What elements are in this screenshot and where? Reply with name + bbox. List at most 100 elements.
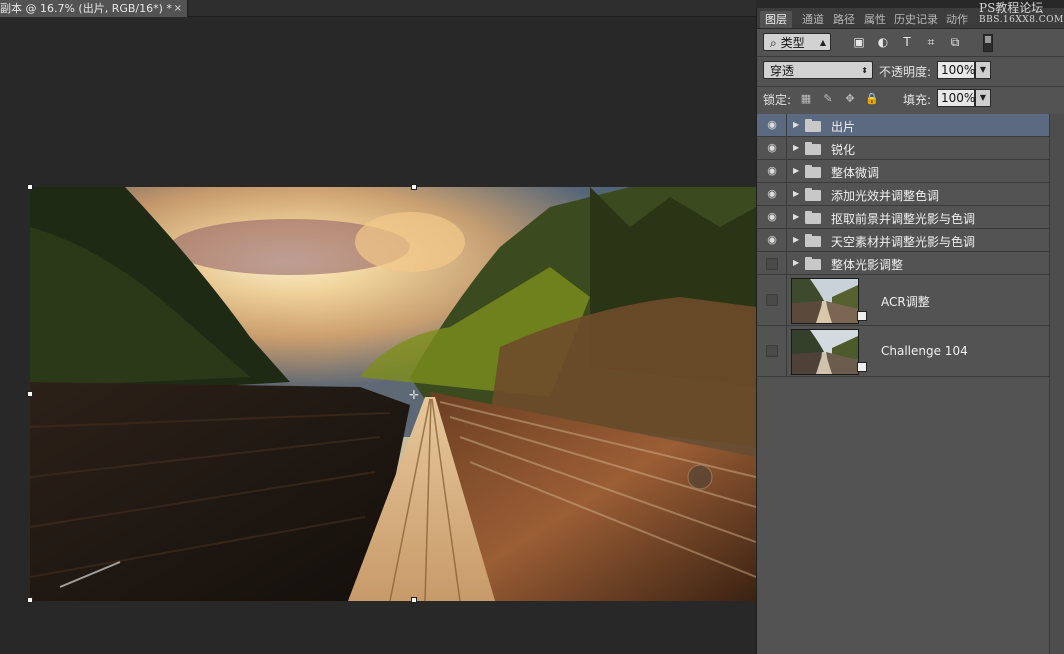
- tab-actions[interactable]: 动作: [943, 11, 971, 28]
- lock-position-icon[interactable]: ✥: [843, 92, 857, 106]
- layer-row-smart-object[interactable]: ACR调整: [757, 275, 1049, 326]
- smart-object-badge-icon: [857, 311, 867, 321]
- fill-input[interactable]: 100%: [937, 89, 975, 107]
- filter-toggle-switch[interactable]: [983, 34, 993, 52]
- folder-icon: [805, 142, 821, 155]
- visibility-cell: ◉: [757, 137, 787, 159]
- fill-dropdown-button[interactable]: ▼: [975, 89, 991, 107]
- folder-icon: [805, 211, 821, 224]
- landscape-photo: [30, 187, 756, 601]
- expand-arrow-icon[interactable]: ▶: [793, 143, 799, 152]
- transform-handle-bottom-center[interactable]: [411, 597, 417, 603]
- folder-icon: [805, 165, 821, 178]
- layer-name: ACR调整: [881, 295, 930, 309]
- tab-label: 图层: [765, 13, 787, 26]
- filter-row: ⌕ 类型 ▲ ▣ ◐ T ⌗ ⧉: [757, 32, 1064, 54]
- layer-name: 出片: [831, 120, 856, 134]
- expand-arrow-icon[interactable]: ▶: [793, 235, 799, 244]
- transform-handle-middle-left[interactable]: [27, 391, 33, 397]
- smart-object-filter-icon[interactable]: ⧉: [947, 34, 963, 50]
- visibility-cell: ◉: [757, 206, 787, 228]
- visibility-cell: [757, 326, 787, 376]
- expand-arrow-icon[interactable]: ▶: [793, 258, 799, 267]
- tab-label: 历史记录: [894, 13, 938, 26]
- layer-row-group[interactable]: ◉ ▶ 抠取前景并调整光影与色调: [757, 206, 1049, 229]
- visibility-toggle-empty[interactable]: [766, 258, 778, 270]
- tab-history[interactable]: 历史记录: [891, 11, 941, 28]
- layer-name: 添加光效并调整色调: [831, 189, 940, 203]
- visibility-cell: [757, 275, 787, 325]
- layer-name: 抠取前景并调整光影与色调: [831, 212, 976, 226]
- document-tab-title: 副本 @ 16.7% (出片, RGB/16*) *: [0, 2, 172, 15]
- layer-name: 整体光影调整: [831, 258, 904, 272]
- close-icon[interactable]: ×: [174, 0, 182, 17]
- layer-row-group[interactable]: ◉ ▶ 锐化: [757, 137, 1049, 160]
- layer-thumbnail: [791, 329, 859, 375]
- expand-arrow-icon[interactable]: ▶: [793, 212, 799, 221]
- layer-row-group[interactable]: ◉ ▶ 整体微调: [757, 160, 1049, 183]
- folder-icon: [805, 119, 821, 132]
- chevron-updown-icon: ⬍: [861, 66, 868, 75]
- fill-label: 填充:: [903, 93, 932, 107]
- lock-transparent-pixels-icon[interactable]: ▦: [799, 92, 813, 106]
- pixel-layer-filter-icon[interactable]: ▣: [851, 34, 867, 50]
- blend-mode-value: 穿透: [770, 64, 795, 78]
- expand-arrow-icon[interactable]: ▶: [793, 189, 799, 198]
- watermark: PS教程论坛 BBS.16XX8.COM: [979, 2, 1063, 26]
- folder-icon: [805, 257, 821, 270]
- visibility-cell: ◉: [757, 114, 787, 136]
- canvas-image[interactable]: [30, 187, 756, 601]
- transform-handle-top-center[interactable]: [411, 184, 417, 190]
- layer-row-group[interactable]: ◉ ▶ 天空素材并调整光影与色调: [757, 229, 1049, 252]
- layer-name: 天空素材并调整光影与色调: [831, 235, 976, 249]
- layers-scrollbar[interactable]: [1049, 114, 1064, 654]
- tab-label: 属性: [864, 13, 886, 26]
- blend-mode-select[interactable]: 穿透 ⬍: [763, 61, 873, 79]
- visibility-toggle-empty[interactable]: [766, 345, 778, 357]
- lock-image-pixels-icon[interactable]: ✎: [821, 92, 835, 106]
- eye-icon[interactable]: ◉: [765, 119, 779, 130]
- layer-row-group[interactable]: ▶ 整体光影调整: [757, 252, 1049, 275]
- expand-arrow-icon[interactable]: ▶: [793, 120, 799, 129]
- eye-icon[interactable]: ◉: [765, 188, 779, 199]
- visibility-cell: [757, 252, 787, 274]
- eye-icon[interactable]: ◉: [765, 165, 779, 176]
- opacity-label: 不透明度:: [879, 65, 932, 79]
- tab-properties[interactable]: 属性: [861, 11, 889, 28]
- document-tab[interactable]: 副本 @ 16.7% (出片, RGB/16*) * ×: [0, 0, 188, 17]
- layer-name: 锐化: [831, 143, 856, 157]
- filter-kind-select[interactable]: ⌕ 类型 ▲: [763, 33, 831, 51]
- transform-center-icon[interactable]: ✛: [409, 388, 419, 402]
- type-layer-filter-icon[interactable]: T: [899, 34, 915, 50]
- layer-row-group[interactable]: ◉ ▶ 出片: [757, 114, 1049, 137]
- expand-arrow-icon[interactable]: ▶: [793, 166, 799, 175]
- visibility-toggle-empty[interactable]: [766, 294, 778, 306]
- shape-layer-filter-icon[interactable]: ⌗: [923, 34, 939, 50]
- tab-layers[interactable]: 图层: [760, 11, 792, 28]
- smart-object-badge-icon: [857, 362, 867, 372]
- tab-label: 路径: [833, 13, 855, 26]
- opacity-input[interactable]: 100%: [937, 61, 975, 79]
- transform-handle-top-left[interactable]: [27, 184, 33, 190]
- canvas-area[interactable]: ✛: [0, 17, 756, 654]
- adjustment-layer-filter-icon[interactable]: ◐: [875, 34, 891, 50]
- visibility-cell: ◉: [757, 229, 787, 251]
- blend-row: 穿透 ⬍ 不透明度: 100% ▼: [757, 60, 1064, 82]
- eye-icon[interactable]: ◉: [765, 211, 779, 222]
- lock-all-icon[interactable]: 🔒: [865, 92, 879, 106]
- layer-row-smart-object[interactable]: Challenge 104: [757, 326, 1049, 377]
- transform-handle-bottom-left[interactable]: [27, 597, 33, 603]
- eye-icon[interactable]: ◉: [765, 142, 779, 153]
- tab-channels[interactable]: 通道: [799, 11, 827, 28]
- tab-label: 动作: [946, 13, 968, 26]
- search-icon: ⌕: [770, 36, 777, 50]
- opacity-dropdown-button[interactable]: ▼: [975, 61, 991, 79]
- chevron-updown-icon: ▲: [819, 38, 826, 47]
- tab-paths[interactable]: 路径: [830, 11, 858, 28]
- watermark-line1: PS教程论坛: [979, 1, 1044, 15]
- watermark-line2: BBS.16XX8.COM: [979, 15, 1064, 25]
- eye-icon[interactable]: ◉: [765, 234, 779, 245]
- layer-row-group[interactable]: ◉ ▶ 添加光效并调整色调: [757, 183, 1049, 206]
- filter-kind-label: 类型: [780, 36, 805, 50]
- visibility-cell: ◉: [757, 160, 787, 182]
